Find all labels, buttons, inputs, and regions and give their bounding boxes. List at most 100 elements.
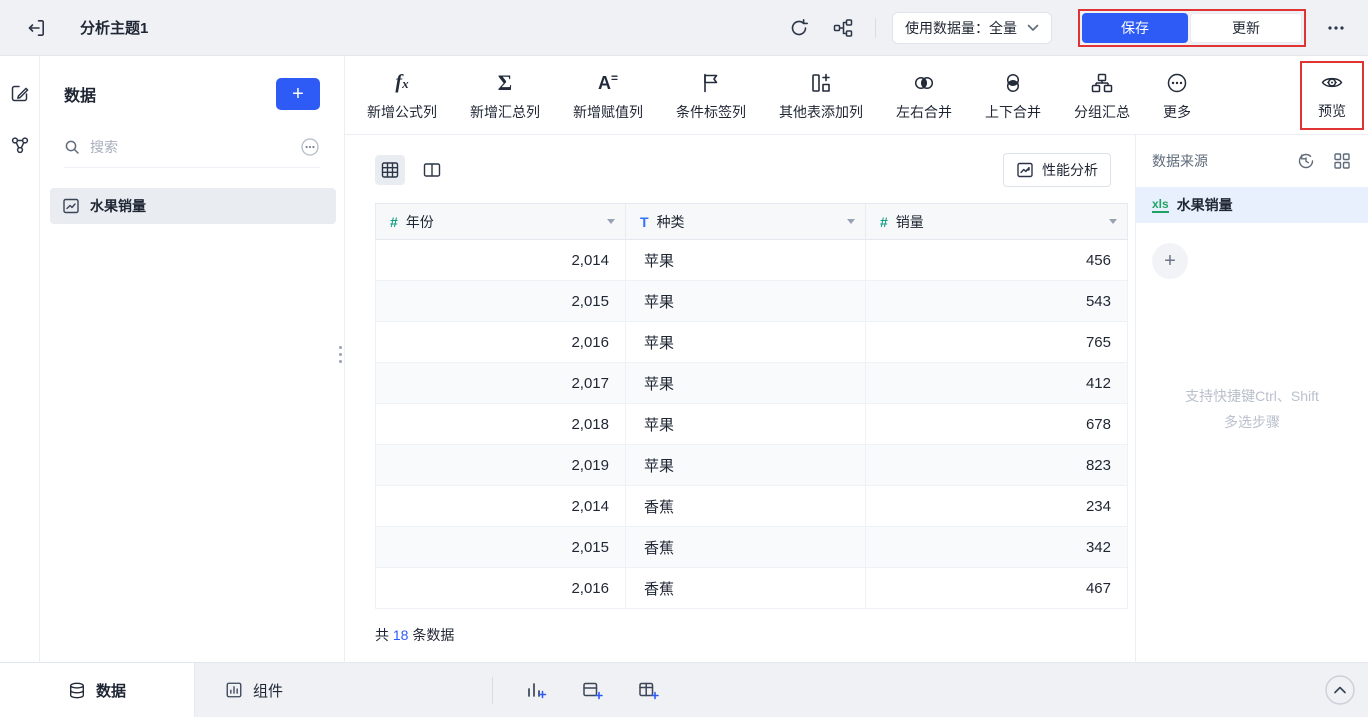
- column-name: 种类: [657, 212, 685, 232]
- tab-component[interactable]: 组件: [195, 663, 313, 717]
- component-chart-icon: [225, 681, 243, 699]
- collapse-button[interactable]: [1324, 674, 1356, 706]
- cell-year: 2,019: [376, 445, 626, 486]
- performance-icon: [1016, 161, 1034, 179]
- performance-label: 性能分析: [1042, 160, 1098, 180]
- table-row[interactable]: 2,015 苹果 543: [376, 281, 1128, 322]
- source-step-item[interactable]: xls 水果销量: [1136, 187, 1368, 223]
- search-more-button[interactable]: [300, 137, 320, 157]
- toolbar-item-more[interactable]: 更多: [1163, 69, 1191, 122]
- dataset-chart-icon: [62, 197, 80, 215]
- add-card-button[interactable]: [576, 674, 608, 706]
- cell-sales: 765: [866, 322, 1128, 363]
- chevron-up-circle-icon: [1324, 674, 1356, 706]
- refresh-button[interactable]: [783, 12, 815, 44]
- more-circle-icon: [1166, 72, 1188, 94]
- arrange-steps-button[interactable]: [1330, 149, 1354, 173]
- strip-edit-button[interactable]: [5, 78, 35, 108]
- chart-add-icon: [525, 679, 547, 701]
- history-icon: [1297, 152, 1315, 170]
- data-volume-dropdown[interactable]: 使用数据量：全量: [892, 12, 1052, 44]
- plus-icon: +: [1164, 250, 1176, 273]
- column-header-year[interactable]: # 年份: [376, 204, 626, 240]
- save-button[interactable]: 保存: [1082, 13, 1188, 43]
- bottom-bar: 数据 组件: [0, 662, 1368, 717]
- lineage-button[interactable]: [827, 12, 859, 44]
- column-filter-icon[interactable]: [1109, 219, 1117, 224]
- toolbar-item-merge-top-bottom[interactable]: 上下合并: [985, 69, 1041, 122]
- formula-icon: fx: [395, 69, 408, 97]
- numeric-field-icon: #: [880, 214, 888, 230]
- toolbar-item-formula-column[interactable]: fx 新增公式列: [367, 69, 437, 122]
- chevron-down-icon: [1027, 24, 1039, 32]
- toolbar-item-merge-left-right[interactable]: 左右合并: [896, 69, 952, 122]
- toolbar-item-summary-column[interactable]: Σ 新增汇总列: [470, 69, 540, 122]
- dataset-item[interactable]: 水果销量: [50, 188, 336, 224]
- source-step-label: 水果销量: [1177, 195, 1233, 215]
- table-row[interactable]: 2,016 苹果 765: [376, 322, 1128, 363]
- search-icon: [64, 139, 80, 155]
- cell-type: 苹果: [626, 281, 866, 322]
- preview-button[interactable]: 预览: [1300, 61, 1364, 130]
- row-count: 共 18 条数据: [375, 625, 1135, 645]
- toolbar-item-condition-tag-column[interactable]: 条件标签列: [676, 69, 746, 122]
- table-add-icon: [637, 679, 659, 701]
- table-row[interactable]: 2,017 苹果 412: [376, 363, 1128, 404]
- tab-data[interactable]: 数据: [0, 663, 195, 717]
- add-chart-button[interactable]: [520, 674, 552, 706]
- add-dataset-button[interactable]: +: [276, 78, 320, 110]
- cell-sales: 234: [866, 486, 1128, 527]
- column-filter-icon[interactable]: [847, 219, 855, 224]
- toolbar-item-add-column-other-table[interactable]: 其他表添加列: [779, 69, 863, 122]
- assign-icon: A=: [598, 71, 618, 94]
- cell-year: 2,014: [376, 486, 626, 527]
- cell-year: 2,015: [376, 527, 626, 568]
- table-row[interactable]: 2,014 苹果 456: [376, 240, 1128, 281]
- strip-flow-button[interactable]: [5, 130, 35, 160]
- flag-icon: [700, 72, 722, 94]
- table-row[interactable]: 2,015 香蕉 342: [376, 527, 1128, 568]
- column-header-type[interactable]: T 种类: [626, 204, 866, 240]
- column-name: 年份: [406, 212, 434, 232]
- refresh-icon: [789, 18, 809, 38]
- cell-year: 2,016: [376, 322, 626, 363]
- sum-icon: Σ: [498, 70, 512, 96]
- column-filter-icon[interactable]: [607, 219, 615, 224]
- cell-type: 苹果: [626, 363, 866, 404]
- data-table: # 年份 T 种类 #: [375, 203, 1128, 609]
- cell-type: 苹果: [626, 445, 866, 486]
- cell-sales: 543: [866, 281, 1128, 322]
- cell-type: 苹果: [626, 322, 866, 363]
- app: 分析主题1 使用数据量：全量 保存 更新: [0, 0, 1368, 717]
- add-table-button[interactable]: [632, 674, 664, 706]
- table-view-toggle[interactable]: [375, 155, 405, 185]
- add-step-button[interactable]: +: [1152, 243, 1188, 279]
- performance-analysis-button[interactable]: 性能分析: [1003, 153, 1111, 187]
- panel-resize-handle[interactable]: [339, 346, 342, 363]
- search-row: [64, 126, 320, 168]
- topbar-divider: [875, 18, 876, 38]
- cell-type: 苹果: [626, 240, 866, 281]
- table-row[interactable]: 2,016 香蕉 467: [376, 568, 1128, 609]
- page-title: 分析主题1: [80, 17, 148, 38]
- table-row[interactable]: 2,019 苹果 823: [376, 445, 1128, 486]
- lineage-icon: [833, 18, 853, 38]
- column-header-sales[interactable]: # 销量: [866, 204, 1128, 240]
- update-button[interactable]: 更新: [1190, 13, 1302, 43]
- exit-button[interactable]: [20, 12, 52, 44]
- shortcut-hint: 支持快捷键Ctrl、Shift 多选步骤: [1136, 383, 1368, 435]
- cell-year: 2,015: [376, 281, 626, 322]
- more-button[interactable]: [1320, 12, 1352, 44]
- cell-sales: 823: [866, 445, 1128, 486]
- data-source-panel: 数据来源 xls 水果销量: [1135, 135, 1368, 662]
- card-view-toggle[interactable]: [417, 155, 447, 185]
- toolbar-item-assign-column[interactable]: A= 新增赋值列: [573, 69, 643, 122]
- search-input[interactable]: [90, 139, 290, 155]
- toolbar-item-group-summary[interactable]: 分组汇总: [1074, 69, 1130, 122]
- history-button[interactable]: [1294, 149, 1318, 173]
- table-row[interactable]: 2,018 苹果 678: [376, 404, 1128, 445]
- row-count-number: 18: [393, 627, 409, 643]
- plus-icon: +: [292, 83, 304, 106]
- card-view-icon: [422, 160, 442, 180]
- table-row[interactable]: 2,014 香蕉 234: [376, 486, 1128, 527]
